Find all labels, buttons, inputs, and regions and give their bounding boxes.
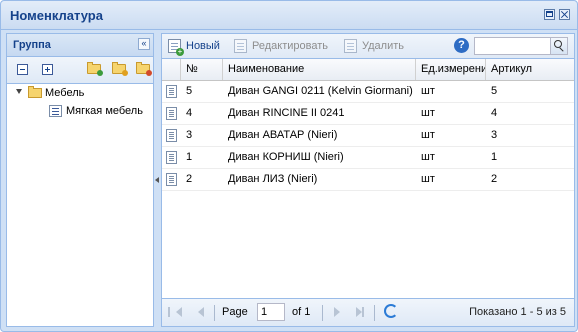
document-icon — [166, 107, 177, 120]
first-page-icon[interactable] — [168, 307, 182, 317]
prev-page-icon[interactable] — [198, 307, 204, 317]
pager-separator — [374, 305, 375, 321]
tree-node-soft-furniture[interactable]: Мягкая мебель — [7, 102, 153, 120]
group-panel-title: Группа — [13, 39, 51, 51]
cell-article: 3 — [491, 129, 498, 141]
column-header-name[interactable]: Наименование — [223, 59, 416, 80]
paging-toolbar: Page 1 of 1 Показано 1 - 5 из 5 — [162, 298, 574, 326]
group-toolbar — [7, 57, 153, 84]
table-row[interactable]: 1 Диван КОРНИШ (Nieri) шт 1 — [162, 147, 574, 169]
table-row[interactable]: 2 Диван ЛИЗ (Nieri) шт 2 — [162, 169, 574, 191]
delete-folder-icon[interactable] — [136, 62, 152, 76]
grid-body: 5 Диван GANGI 0211 (Kelvin Giormani) шт … — [162, 81, 574, 191]
group-tree: Мебель Мягкая мебель — [7, 84, 153, 120]
document-icon — [166, 151, 177, 164]
cell-article: 5 — [491, 85, 498, 97]
cell-article: 2 — [491, 173, 498, 185]
tree-expand-arrow-icon[interactable] — [16, 89, 22, 94]
cell-unit: шт — [421, 129, 435, 141]
table-row[interactable]: 3 Диван АВАТАР (Nieri) шт 3 — [162, 125, 574, 147]
edit-button[interactable]: Редактировать — [234, 39, 328, 53]
help-icon[interactable]: ? — [454, 38, 469, 53]
add-folder-icon[interactable] — [87, 62, 103, 76]
cell-num: 2 — [186, 173, 193, 185]
cell-num: 5 — [186, 85, 193, 97]
paging-info: Показано 1 - 5 из 5 — [469, 306, 566, 318]
edit-folder-icon[interactable] — [112, 62, 128, 76]
column-header-num[interactable]: № — [181, 59, 223, 80]
cell-article: 4 — [491, 107, 498, 119]
column-header-article[interactable]: Артикул — [486, 59, 574, 80]
cell-num: 3 — [186, 129, 193, 141]
cell-unit: шт — [421, 85, 435, 97]
collapse-left-icon[interactable]: « — [138, 38, 150, 50]
delete-item-icon — [344, 39, 357, 53]
folder-icon — [28, 86, 42, 98]
items-panel: Новый Редактировать Удалить ? № Наименов… — [161, 33, 575, 327]
edit-button-label: Редактировать — [252, 40, 328, 52]
close-icon[interactable] — [559, 9, 570, 20]
maximize-icon[interactable] — [544, 9, 555, 20]
refresh-icon[interactable] — [384, 304, 398, 318]
table-row[interactable]: 4 Диван RINCINE II 0241 шт 4 — [162, 103, 574, 125]
group-panel-header: Группа « — [7, 34, 153, 57]
page-label: Page — [222, 306, 248, 318]
cell-name: Диван ЛИЗ (Nieri) — [228, 173, 318, 185]
cell-num: 1 — [186, 151, 193, 163]
page-number-input[interactable]: 1 — [257, 303, 285, 321]
collapse-all-icon[interactable] — [17, 64, 28, 75]
edit-item-icon — [234, 39, 247, 53]
last-page-icon[interactable] — [356, 307, 364, 317]
window-title: Номенклатура — [10, 8, 103, 23]
tree-node-mebel[interactable]: Мебель — [7, 84, 153, 102]
cell-name: Диван RINCINE II 0241 — [228, 107, 345, 119]
window-header: Номенклатура — [1, 1, 577, 30]
search-icon[interactable] — [550, 38, 567, 54]
next-page-icon[interactable] — [334, 307, 340, 317]
grid-header: № Наименование Ед.измерения Артикул — [162, 59, 574, 81]
search-input[interactable] — [475, 38, 555, 54]
tree-node-label: Мягкая мебель — [66, 105, 143, 117]
column-header-icon — [162, 59, 181, 80]
cell-article: 1 — [491, 151, 498, 163]
delete-button[interactable]: Удалить — [344, 39, 404, 53]
search-field — [474, 37, 568, 55]
nomenclature-window: Номенклатура Группа « Мебель Мягкая мебе… — [0, 0, 578, 332]
cell-unit: шт — [421, 173, 435, 185]
column-header-unit[interactable]: Ед.измерения — [416, 59, 486, 80]
items-toolbar: Новый Редактировать Удалить ? — [162, 34, 574, 59]
cell-name: Диван КОРНИШ (Nieri) — [228, 151, 344, 163]
group-panel: Группа « Мебель Мягкая мебель — [6, 33, 154, 327]
leaf-item-icon — [49, 105, 62, 117]
cell-unit: шт — [421, 107, 435, 119]
document-icon — [166, 129, 177, 142]
cell-name: Диван GANGI 0211 (Kelvin Giormani) — [228, 85, 413, 97]
cell-num: 4 — [186, 107, 193, 119]
document-icon — [166, 85, 177, 98]
splitter-collapse-icon[interactable] — [155, 177, 159, 183]
document-icon — [166, 173, 177, 186]
cell-name: Диван АВАТАР (Nieri) — [228, 129, 338, 141]
new-button-label: Новый — [186, 40, 220, 52]
page-of-label: of 1 — [292, 306, 311, 318]
pager-separator — [214, 305, 215, 321]
tree-node-label: Мебель — [45, 87, 85, 99]
delete-button-label: Удалить — [362, 40, 404, 52]
pager-separator — [322, 305, 323, 321]
new-button[interactable]: Новый — [168, 39, 220, 56]
table-row[interactable]: 5 Диван GANGI 0211 (Kelvin Giormani) шт … — [162, 81, 574, 103]
cell-unit: шт — [421, 151, 435, 163]
expand-all-icon[interactable] — [42, 64, 53, 75]
new-item-icon — [168, 39, 184, 56]
